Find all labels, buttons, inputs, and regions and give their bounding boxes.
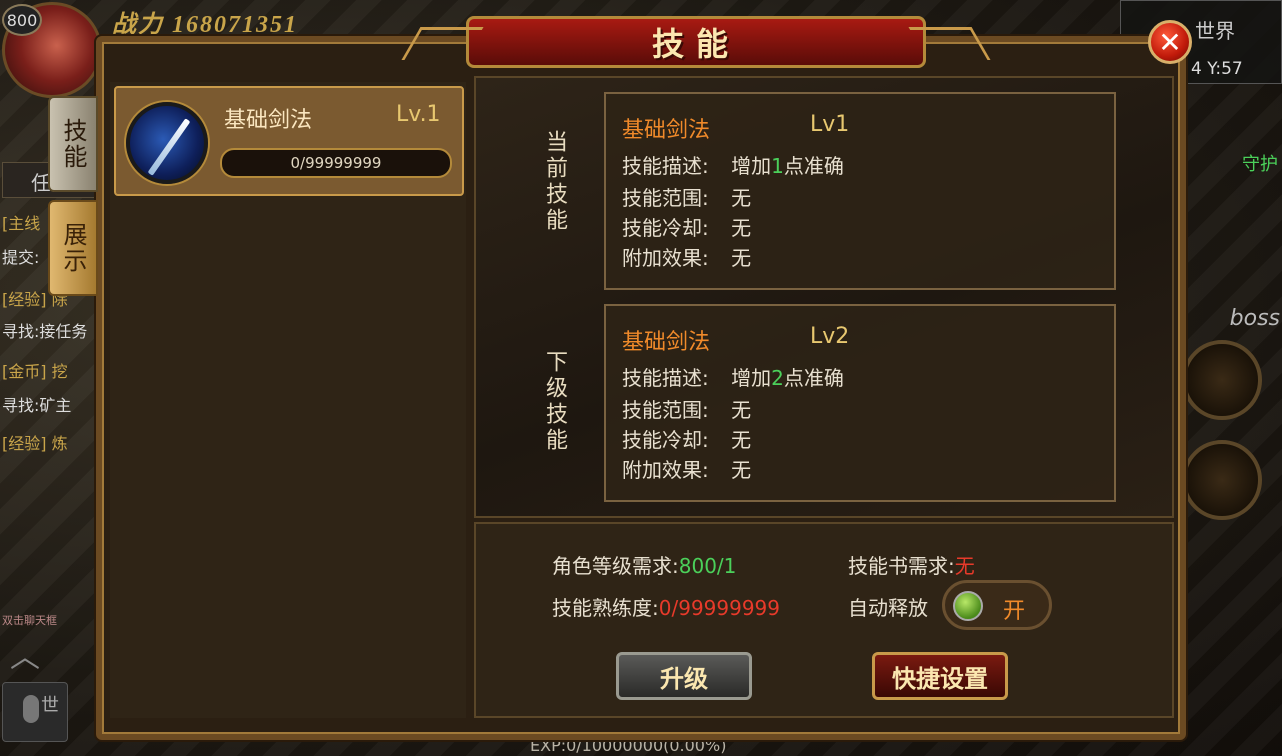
skill-list-item[interactable]: 基础剑法 Lv.1 0/99999999 (114, 86, 464, 196)
quest-line[interactable]: 寻找:矿主 (2, 392, 71, 416)
guard-label[interactable]: 守护 (1242, 150, 1278, 176)
quest-line[interactable]: [金币] 挖 (2, 358, 68, 382)
cooldown-value: 无 (731, 216, 752, 240)
next-skill-label: 下级技能 (542, 350, 567, 454)
player-level-badge: 800 (2, 4, 42, 36)
desc-suffix: 点准确 (783, 154, 844, 178)
current-effect-row: 附加效果: 无 (622, 242, 751, 271)
next-skill-level: Lv2 (810, 324, 850, 349)
toggle-knob (953, 591, 983, 621)
role-level-requirement: 角色等级需求:800/1 (552, 550, 736, 579)
next-effect-row: 附加效果: 无 (622, 454, 751, 483)
microphone-icon (23, 695, 39, 723)
next-skill-name: 基础剑法 (622, 330, 711, 355)
chat-hint: 双击聊天框 (2, 614, 57, 627)
upgrade-button[interactable]: 升级 (616, 652, 752, 700)
cooldown-label: 技能冷却: (622, 216, 709, 240)
next-desc-row: 技能描述: 增加2点准确 (622, 362, 844, 391)
skill-book-value: 无 (954, 554, 975, 578)
role-level-label: 角色等级需求: (552, 554, 679, 578)
effect-label: 附加效果: (622, 458, 709, 482)
quest-line[interactable]: 寻找:接任务 (2, 318, 87, 342)
dialog-title: 技能 (651, 25, 740, 63)
desc-number: 1 (771, 154, 784, 178)
skill-book-label: 技能书需求: (848, 554, 955, 578)
desc-label: 技能描述: (622, 154, 709, 178)
skill-info-area: 当前技能 下级技能 基础剑法 Lv1 技能描述: 增加1点准确 技能范围: 无 … (474, 76, 1174, 518)
skill-name: 基础剑法 (224, 108, 313, 133)
desc-suffix: 点准确 (783, 366, 844, 390)
combat-power: 战力 168071351 (112, 12, 298, 38)
effect-value: 无 (731, 458, 752, 482)
next-skill-card: 基础剑法 Lv2 技能描述: 增加2点准确 技能范围: 无 技能冷却: 无 附加… (604, 304, 1116, 502)
range-label: 技能范围: (622, 398, 709, 422)
quest-line[interactable]: [主线 (2, 210, 40, 234)
next-range-row: 技能范围: 无 (622, 394, 751, 423)
shortcut-settings-button[interactable]: 快捷设置 (872, 652, 1008, 700)
proficiency-value: 0/99999999 (658, 596, 781, 620)
range-label: 技能范围: (622, 186, 709, 210)
skill-progress-text: 0/99999999 (290, 154, 382, 172)
current-cooldown-row: 技能冷却: 无 (622, 212, 751, 241)
skill-list: 基础剑法 Lv.1 0/99999999 (110, 82, 466, 718)
skill-level: Lv.1 (396, 102, 441, 127)
desc-number: 2 (771, 366, 784, 390)
desc-label: 技能描述: (622, 366, 709, 390)
upgrade-panel: 角色等级需求:800/1 技能书需求:无 技能熟练度:0/99999999 自动… (474, 522, 1174, 718)
proficiency-label: 技能熟练度: (552, 596, 659, 620)
next-cooldown-row: 技能冷却: 无 (622, 424, 751, 453)
current-skill-label: 当前技能 (542, 130, 567, 234)
cooldown-label: 技能冷却: (622, 428, 709, 452)
current-skill-card: 基础剑法 Lv1 技能描述: 增加1点准确 技能范围: 无 技能冷却: 无 附加… (604, 92, 1116, 290)
quest-line[interactable]: [经验] 炼 (2, 430, 68, 454)
effect-value: 无 (731, 246, 752, 270)
quest-line[interactable]: 提交: (2, 244, 39, 268)
dialog-title-plate: 技能 (466, 16, 926, 68)
proficiency-requirement: 技能熟练度:0/99999999 (552, 592, 780, 621)
auto-cast-toggle[interactable]: 开 (942, 580, 1052, 630)
close-icon[interactable]: ✕ (1148, 20, 1192, 64)
chevron-up-icon[interactable]: ︿ (10, 632, 70, 675)
world-label: 世界 (1195, 19, 1235, 43)
auto-cast-label: 自动释放 (848, 596, 928, 620)
current-range-row: 技能范围: 无 (622, 182, 751, 211)
right-action-button-2[interactable] (1182, 440, 1262, 520)
skill-progress-bar: 0/99999999 (220, 148, 452, 178)
cooldown-value: 无 (731, 428, 752, 452)
role-level-value: 800/1 (678, 554, 737, 578)
voice-chat-button[interactable]: 世 (2, 682, 68, 742)
auto-cast-state: 开 (1003, 599, 1026, 624)
sword-icon (126, 102, 208, 184)
world-coordinates: 4 Y:57 (1191, 59, 1243, 79)
range-value: 无 (731, 186, 752, 210)
current-skill-name: 基础剑法 (622, 118, 711, 143)
right-action-button-1[interactable] (1182, 340, 1262, 420)
tab-display[interactable]: 展示 (48, 200, 98, 296)
desc-prefix: 增加 (731, 366, 772, 390)
desc-prefix: 增加 (731, 154, 772, 178)
skill-book-requirement: 技能书需求:无 (848, 550, 975, 579)
range-value: 无 (731, 398, 752, 422)
boss-label[interactable]: boss (1230, 306, 1280, 331)
voice-channel-label: 世 (41, 695, 59, 716)
current-desc-row: 技能描述: 增加1点准确 (622, 150, 844, 179)
tab-skill[interactable]: 技能 (48, 96, 98, 192)
current-skill-level: Lv1 (810, 112, 850, 137)
effect-label: 附加效果: (622, 246, 709, 270)
